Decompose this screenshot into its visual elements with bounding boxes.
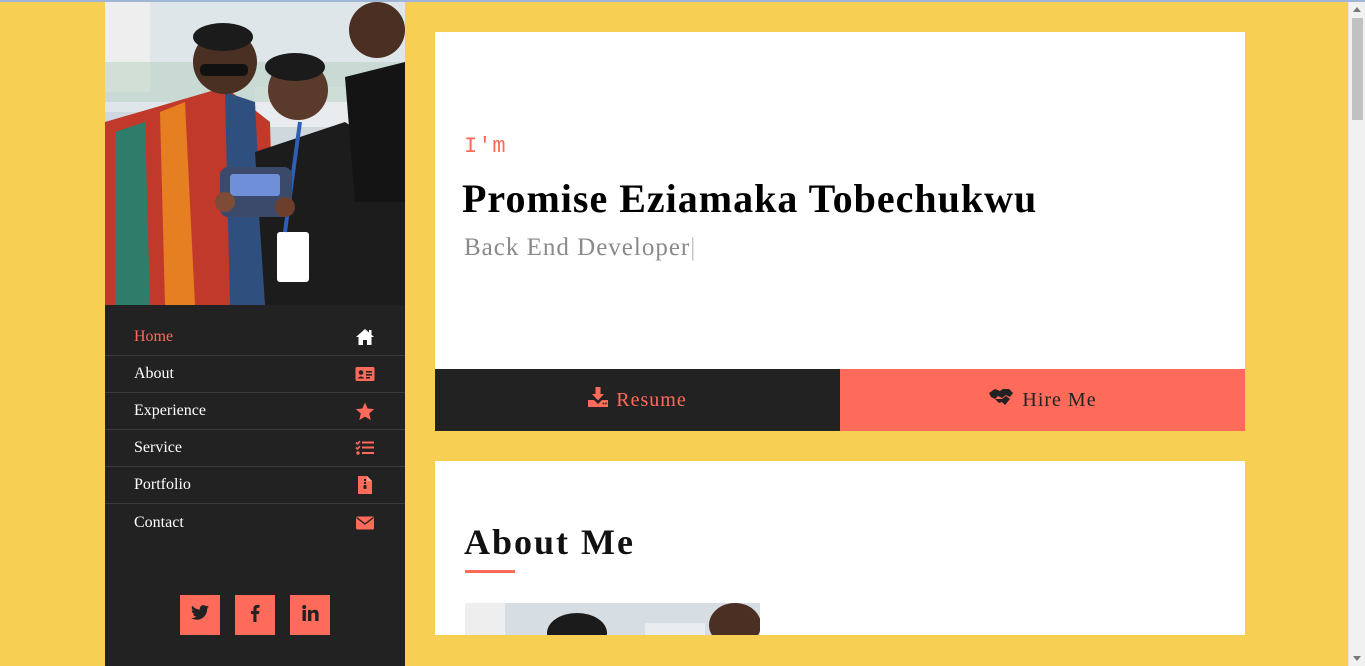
- nav-label: Home: [134, 328, 174, 345]
- page-scrollbar[interactable]: [1348, 2, 1365, 666]
- linkedin-link[interactable]: [290, 595, 330, 635]
- scrollbar-thumb[interactable]: [1352, 18, 1363, 120]
- linkedin-icon: [301, 604, 319, 626]
- profile-photo: [105, 2, 405, 305]
- envelope-icon: [355, 513, 375, 533]
- star-icon: [355, 401, 375, 421]
- resume-label: Resume: [616, 388, 687, 411]
- nav-label: Experience: [134, 402, 206, 419]
- nav-item-contact[interactable]: Contact: [105, 504, 405, 541]
- twitter-icon: [191, 605, 209, 625]
- twitter-link[interactable]: [180, 595, 220, 635]
- sidebar: Home About Experience Service Portfolio: [105, 2, 405, 666]
- social-links: [180, 595, 330, 635]
- scroll-up-icon[interactable]: [1353, 7, 1361, 12]
- nav-label: Service: [134, 439, 182, 456]
- id-card-icon: [355, 364, 375, 384]
- hero-intro: I'm: [464, 134, 507, 159]
- download-icon: [588, 387, 609, 413]
- hero-card: I'm Promise Eziamaka Tobechukwu Back End…: [435, 32, 1245, 369]
- resume-button[interactable]: Resume: [435, 369, 840, 431]
- tasks-icon: [355, 438, 375, 458]
- hero-name: Promise Eziamaka Tobechukwu: [462, 176, 1038, 221]
- nav-label: About: [134, 365, 174, 382]
- nav-item-experience[interactable]: Experience: [105, 393, 405, 430]
- typing-cursor: |: [690, 234, 697, 261]
- nav-label: Portfolio: [134, 476, 191, 493]
- hero-role: Back End Developer|: [464, 234, 696, 262]
- main-nav: Home About Experience Service Portfolio: [105, 319, 405, 541]
- nav-label: Contact: [134, 513, 184, 531]
- title-underline: [465, 570, 515, 573]
- about-title: About Me: [464, 522, 635, 562]
- nav-item-home[interactable]: Home: [105, 319, 405, 356]
- facebook-link[interactable]: [235, 595, 275, 635]
- hire-me-button[interactable]: Hire Me: [840, 369, 1245, 431]
- about-photo: [465, 603, 760, 635]
- facebook-icon: [250, 604, 260, 627]
- hero-actions: Resume Hire Me: [435, 369, 1245, 431]
- home-icon: [355, 327, 375, 347]
- hero-role-text: Back End Developer: [464, 234, 691, 261]
- handshake-icon: [988, 387, 1014, 413]
- nav-item-service[interactable]: Service: [105, 430, 405, 467]
- hire-me-label: Hire Me: [1022, 388, 1097, 411]
- nav-item-portfolio[interactable]: Portfolio: [105, 467, 405, 504]
- scroll-down-icon[interactable]: [1353, 656, 1361, 661]
- file-icon: [355, 475, 375, 495]
- nav-item-about[interactable]: About: [105, 356, 405, 393]
- about-section: About Me: [435, 461, 1245, 635]
